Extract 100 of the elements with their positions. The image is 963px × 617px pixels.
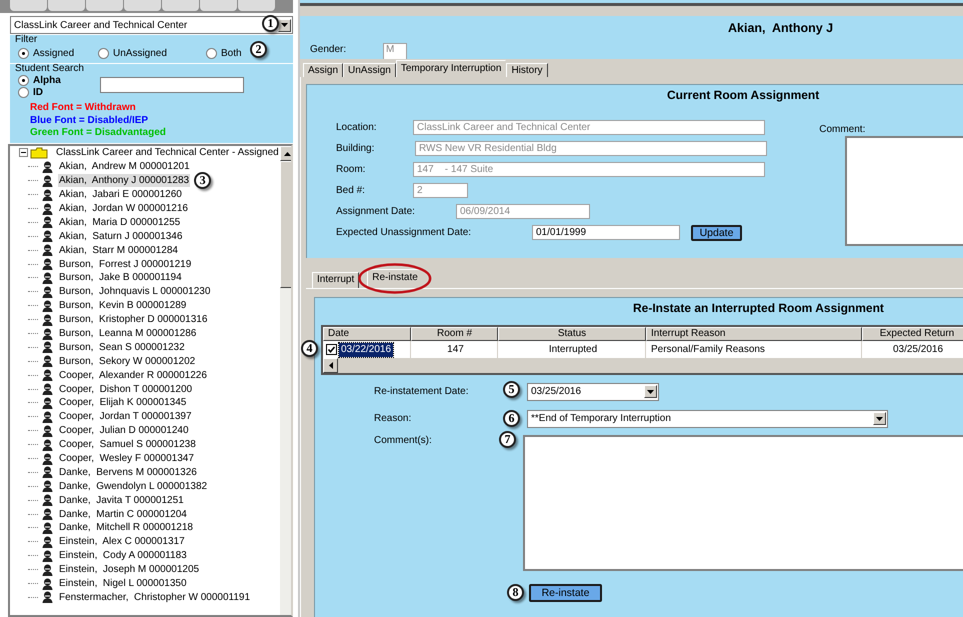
student-name: Akian, Anthony J [728,21,834,35]
tree-item[interactable]: Burson, Kristopher D 000001316 [58,313,208,326]
field-label: Expected Unassignment Date: [336,227,472,238]
tree-item[interactable]: ClassLink Career and Technical Center - Assigned [55,146,280,160]
student-icon [42,564,53,576]
table-cell-text: Personal/Family Reasons [650,342,766,356]
student-icon [42,160,53,173]
tree-item[interactable]: Akian, Jabari E 000001260 [58,188,183,202]
update-button[interactable]: Update [691,224,742,240]
radio-option[interactable]: UnAssigned [98,48,206,59]
tree-item[interactable]: Akian, Starr M 000001284 [58,244,179,257]
comments-field[interactable] [523,435,963,571]
collapse-icon[interactable] [19,148,28,158]
column-header[interactable]: Interrupt Reason [646,327,862,341]
callout-number: 5 [503,380,520,398]
callout-number: 3 [194,172,212,190]
date-dropdown[interactable]: 03/25/2016 [527,382,659,400]
tree-item[interactable]: Burson, Leanna M 000001286 [58,327,198,340]
tree-item[interactable]: Cooper, Wesley F 000001347 [58,452,195,466]
student-icon [42,494,53,506]
tree-item[interactable]: Burson, Johnquavis L 000001230 [58,285,212,298]
scroll-up-icon[interactable] [284,152,291,156]
student-icon [42,383,53,396]
student-icon [42,258,53,270]
radio-option[interactable]: Assigned [18,48,98,59]
tab[interactable]: Temporary Interruption [396,60,506,77]
toolbar-tab[interactable] [10,0,47,11]
vertical-scrollbar[interactable] [280,146,291,615]
gender-field: M [383,43,407,59]
tree-item[interactable]: Akian, Andrew M 000001201 [58,160,191,174]
text-field[interactable]: 01/01/1999 [532,225,680,240]
field-label: Building: [336,143,376,154]
tree-item[interactable]: Burson, Sekory W 000001202 [58,354,196,368]
reason-dropdown[interactable]: **End of Temporary Interruption [527,410,888,428]
text-field: RWS New VR Residential Bldg [415,141,767,156]
tree-item[interactable]: Burson, Forrest J 000001219 [58,258,192,271]
tree-item[interactable]: Einstein, Nigel L 000001350 [58,577,188,590]
tree-item[interactable]: Cooper, Elijah K 000001345 [58,396,188,410]
tree-item[interactable]: Burson, Sean S 000001232 [58,340,186,354]
tree-item[interactable]: Akian, Anthony J 000001283 [58,174,190,188]
tree-item[interactable]: Fenstermacher, Christopher W 000001191 [58,590,252,604]
tree-item[interactable]: Cooper, Samuel S 000001238 [58,438,197,452]
field-label: Reason: [374,413,412,424]
student-icon [42,452,53,465]
legend-text: Blue Font = Disabled/IEP [30,114,148,126]
radio-option[interactable]: Both [206,48,242,59]
column-header[interactable]: Room # [411,327,498,341]
checkbox[interactable] [326,344,337,355]
radio-option[interactable]: Alpha [18,74,68,86]
toolbar-tab[interactable] [124,0,161,11]
student-icon [42,369,53,382]
tab[interactable]: History [506,63,548,77]
toolbar-tab[interactable] [200,0,237,11]
tab[interactable]: Interrupt [312,272,360,288]
student-icon [42,578,53,590]
callout-number: 8 [507,584,524,600]
search-field[interactable] [100,77,244,93]
column-header[interactable]: Expected Return [862,327,963,341]
student-icon [42,508,53,520]
tree-item[interactable]: Cooper, Dishon T 000001200 [58,382,194,396]
tree-item[interactable]: Danke, Gwendolyn L 000001382 [58,480,208,493]
tree-item[interactable]: Danke, Bervens M 000001326 [58,466,198,479]
dropdown-arrow-icon [647,390,654,394]
comment-field[interactable] [845,136,963,246]
tree-item[interactable]: Burson, Kevin B 000001289 [58,299,188,312]
table-cell[interactable]: 03/22/2016 [339,342,394,356]
tree-item[interactable]: Akian, Jordan W 000001216 [58,202,189,215]
dropdown-arrow-icon [876,416,883,420]
table-cell-text: 03/25/2016 [892,342,944,356]
reinstate-button[interactable]: Re-instate [529,584,602,602]
callout-number: 2 [250,41,267,58]
tree-item[interactable]: Danke, Mitchell R 000001218 [58,521,194,534]
student-icon [42,286,53,298]
column-header[interactable]: Date [323,327,411,341]
toolbar-tab[interactable] [162,0,199,11]
tree-item[interactable]: Burson, Jake B 000001194 [58,271,183,284]
tab[interactable]: Assign [303,63,344,77]
tree-item[interactable]: Danke, Martin C 000001204 [58,508,188,521]
tree-item[interactable]: Akian, Maria D 000001255 [58,216,182,229]
student-icon [42,522,53,534]
tree-item[interactable]: Einstein, Alex C 000001317 [58,535,186,548]
tab[interactable]: Re-instate [367,269,423,288]
toolbar-tab[interactable] [238,0,275,11]
student-icon [42,424,53,437]
tree-item[interactable]: Einstein, Cody A 000001183 [58,549,188,562]
tab[interactable]: UnAssign [343,63,396,77]
toolbar-tab[interactable] [86,0,123,11]
tree-item[interactable]: Akian, Saturn J 000001346 [58,230,184,243]
student-icon [42,480,53,492]
field-label: Bed #: [336,185,366,196]
toolbar-tab[interactable] [48,0,85,11]
scroll-left-icon[interactable] [328,362,332,369]
column-header[interactable]: Status [498,327,646,341]
tree-item[interactable]: Cooper, Alexander R 000001226 [58,368,208,382]
tree-item[interactable]: Cooper, Jordan T 000001397 [58,410,193,424]
tree-item[interactable]: Cooper, Julian D 000001240 [58,424,190,438]
dropdown-arrow-icon [281,23,288,27]
tree-item[interactable]: Danke, Javita T 000001251 [58,494,185,507]
radio-option[interactable]: ID [18,86,68,98]
tree-item[interactable]: Einstein, Joseph M 000001205 [58,563,200,576]
